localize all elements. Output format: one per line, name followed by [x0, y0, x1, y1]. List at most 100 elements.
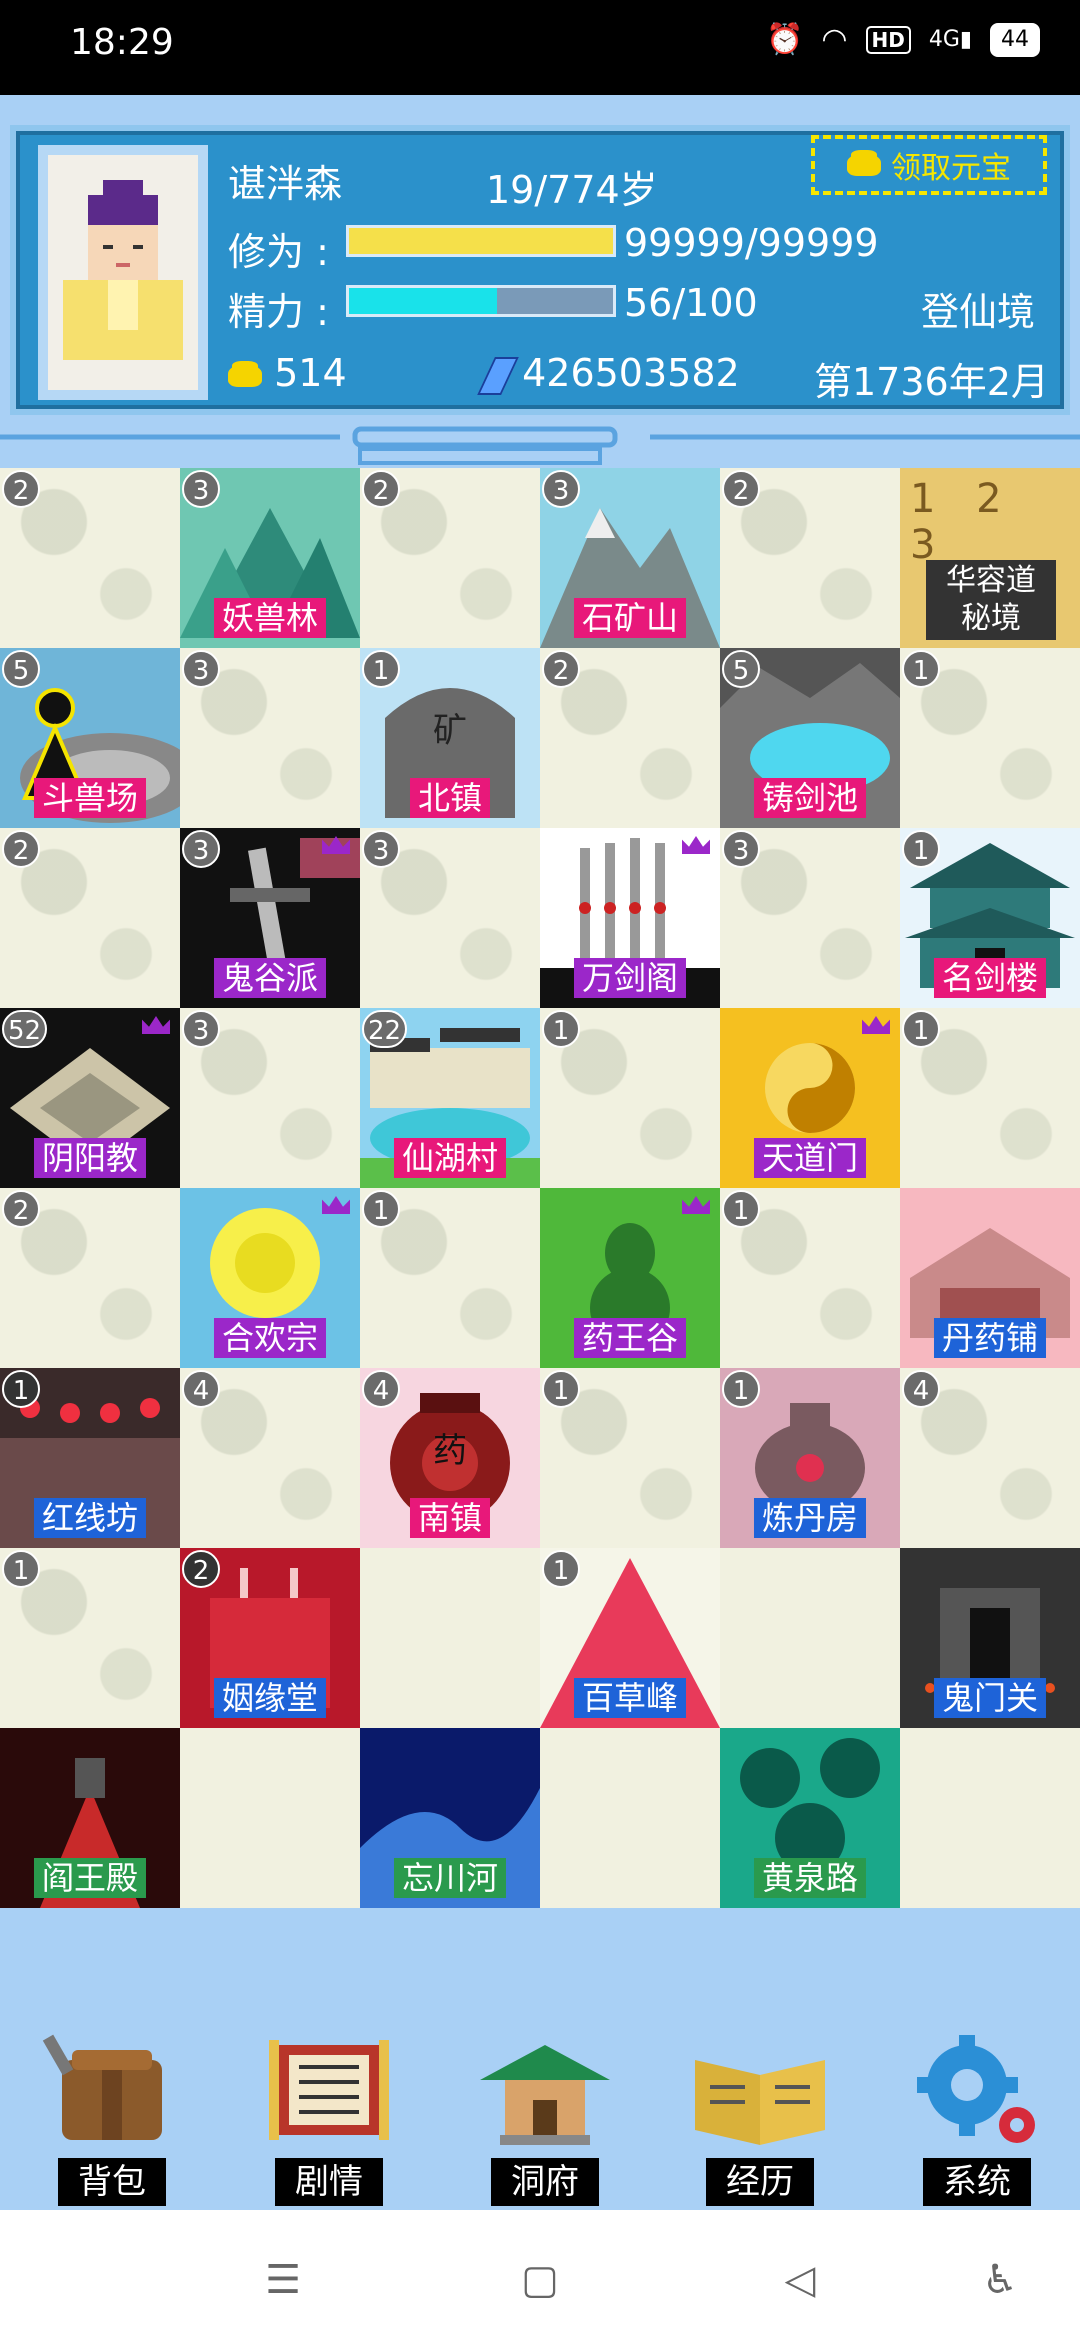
map-location-tile[interactable]: 黄泉路 — [720, 1728, 900, 1908]
tile-count-badge: 2 — [362, 470, 400, 508]
tile-count-badge: 4 — [182, 1370, 220, 1408]
map-location-tile[interactable]: 52 阴阳教 — [0, 1008, 180, 1188]
tile-count-badge: 3 — [722, 830, 760, 868]
player-age: 19/774岁 — [486, 168, 658, 212]
home-nav-icon[interactable]: ▢ — [515, 2255, 565, 2305]
map-fog-tile[interactable]: 2 — [0, 828, 180, 1008]
tile-count-badge: 2 — [722, 470, 760, 508]
back-nav-icon[interactable]: ◁ — [775, 2255, 825, 2305]
tile-count-badge: 1 — [902, 650, 940, 688]
menu-history-button[interactable]: 经历 — [680, 2010, 840, 2210]
map-location-tile[interactable]: 5 铸剑池 — [720, 648, 900, 828]
map-fog-tile[interactable]: 1 — [720, 1188, 900, 1368]
map-fog-tile[interactable]: 1 — [900, 1008, 1080, 1188]
player-name: 谌泮森 — [228, 162, 343, 206]
avatar-portrait-icon — [48, 155, 198, 390]
claim-label: 领取元宝 — [891, 151, 1011, 186]
menu-system-label: 系统 — [923, 2158, 1031, 2206]
menu-cave-button[interactable]: 洞府 — [465, 2010, 625, 2210]
map-fog-tile[interactable]: 1 — [360, 1188, 540, 1368]
player-avatar[interactable] — [38, 145, 208, 400]
menu-cave-label: 洞府 — [491, 2158, 599, 2206]
tile-label: 炼丹房 — [753, 1498, 867, 1538]
map-fog-tile[interactable]: 3 — [180, 648, 360, 828]
map-location-tile[interactable]: 丹药铺 — [900, 1188, 1080, 1368]
map-fog-tile[interactable]: 1 — [0, 1548, 180, 1728]
tile-label: 南镇 — [409, 1498, 491, 1538]
tile-label: 阎王殿 — [33, 1858, 147, 1898]
bottom-menu: 背包 剧情 洞府 经历 系统 — [0, 2010, 1080, 2210]
tile-count-badge: 5 — [722, 650, 760, 688]
tile-count-badge: 1 — [2, 1370, 40, 1408]
map-location-tile[interactable]: 万剑阁 — [540, 828, 720, 1008]
menu-system-button[interactable]: 系统 — [897, 2010, 1057, 2210]
tile-label: 丹药铺 — [933, 1318, 1047, 1358]
map-location-tile[interactable]: 1 百草峰 — [540, 1548, 720, 1728]
spirit-stone-icon — [477, 356, 519, 395]
cultivation-label: 修为 : — [228, 230, 329, 274]
menu-bag-button[interactable]: 背包 — [32, 2010, 192, 2210]
gold-display: 514 — [228, 351, 347, 395]
map-fog-tile[interactable]: 1 — [900, 648, 1080, 828]
energy-value: 56/100 — [624, 281, 758, 325]
system-nav-bar: ☰ ▢ ◁ ♿ — [0, 2210, 1080, 2340]
tile-count-badge: 52 — [2, 1010, 48, 1048]
tile-glyph: 药 — [433, 1431, 467, 1471]
menu-nav-icon[interactable]: ☰ — [258, 2255, 308, 2305]
map-fog-tile[interactable]: 4 — [900, 1368, 1080, 1548]
map-location-tile[interactable]: 忘川河 — [360, 1728, 540, 1908]
map-location-tile[interactable]: 5 斗兽场 — [0, 648, 180, 828]
tile-count-badge: 4 — [362, 1370, 400, 1408]
map-location-tile[interactable]: 3 妖兽林 — [180, 468, 360, 648]
map-location-tile[interactable]: 1 2 3 华容道 秘境 — [900, 468, 1080, 648]
menu-bag-label: 背包 — [58, 2158, 166, 2206]
map-location-tile[interactable]: 天道门 — [720, 1008, 900, 1188]
map-location-tile[interactable]: 鬼门关 — [900, 1548, 1080, 1728]
map-location-tile[interactable]: 合欢宗 — [180, 1188, 360, 1368]
tile-count-badge: 1 — [2, 1550, 40, 1588]
menu-story-button[interactable]: 剧情 — [249, 2010, 409, 2210]
tile-label: 仙湖村 — [393, 1138, 507, 1178]
map-location-tile[interactable]: 1 名剑楼 — [900, 828, 1080, 1008]
map-fog-tile[interactable]: 3 — [360, 828, 540, 1008]
tile-label: 合欢宗 — [213, 1318, 327, 1358]
cultivation-bar — [346, 225, 616, 257]
map-fog-tile[interactable]: 2 — [0, 1188, 180, 1368]
map-fog-tile[interactable]: 1 — [540, 1008, 720, 1188]
map-location-tile[interactable]: 1 炼丹房 — [720, 1368, 900, 1548]
map-fog-tile[interactable]: 2 — [720, 468, 900, 648]
map-location-tile[interactable]: 1 红线坊 — [0, 1368, 180, 1548]
status-bar: 18:29 ⏰ ◠ HD 4G▮ 44 — [0, 0, 1080, 95]
map-location-tile[interactable]: 药 4 南镇 — [360, 1368, 540, 1548]
map-fog-tile[interactable]: 2 — [360, 468, 540, 648]
status-icons: ⏰ ◠ HD 4G▮ 44 — [766, 22, 1040, 57]
accessibility-icon[interactable]: ♿ — [975, 2255, 1025, 2305]
cultivation-value: 99999/99999 — [624, 221, 879, 265]
map-location-tile[interactable]: 3 石矿山 — [540, 468, 720, 648]
map-location-tile[interactable]: 矿 1 北镇 — [360, 648, 540, 828]
map-fog-tile[interactable]: 2 — [0, 468, 180, 648]
house-icon — [480, 2045, 610, 2145]
tile-label: 黄泉路 — [753, 1858, 867, 1898]
tile-label: 石矿山 — [573, 598, 687, 638]
tile-count-badge: 1 — [542, 1370, 580, 1408]
tile-label: 姻缘堂 — [213, 1678, 327, 1718]
map-fog-tile[interactable]: 4 — [180, 1368, 360, 1548]
tile-count-badge: 22 — [362, 1010, 408, 1048]
claim-ingot-button[interactable]: 领取元宝 — [811, 135, 1047, 195]
map-fog-tile[interactable]: 2 — [540, 648, 720, 828]
tile-label: 鬼门关 — [933, 1678, 1047, 1718]
map-location-tile[interactable]: 3 鬼谷派 — [180, 828, 360, 1008]
map-fog-tile[interactable]: 1 — [540, 1368, 720, 1548]
map-location-tile[interactable]: 阎王殿 — [0, 1728, 180, 1908]
map-location-tile[interactable]: 药王谷 — [540, 1188, 720, 1368]
map-location-tile[interactable]: 2 姻缘堂 — [180, 1548, 360, 1728]
map-fog-tile — [540, 1728, 720, 1908]
map-location-tile[interactable]: 22 仙湖村 — [360, 1008, 540, 1188]
tile-label: 华容道 秘境 — [926, 560, 1056, 640]
puzzle-digits: 1 2 3 — [910, 476, 1016, 568]
map-fog-tile[interactable]: 3 — [720, 828, 900, 1008]
wifi-icon: ◠ — [821, 22, 848, 57]
map-fog-tile[interactable]: 3 — [180, 1008, 360, 1188]
tile-count-badge: 3 — [542, 470, 580, 508]
